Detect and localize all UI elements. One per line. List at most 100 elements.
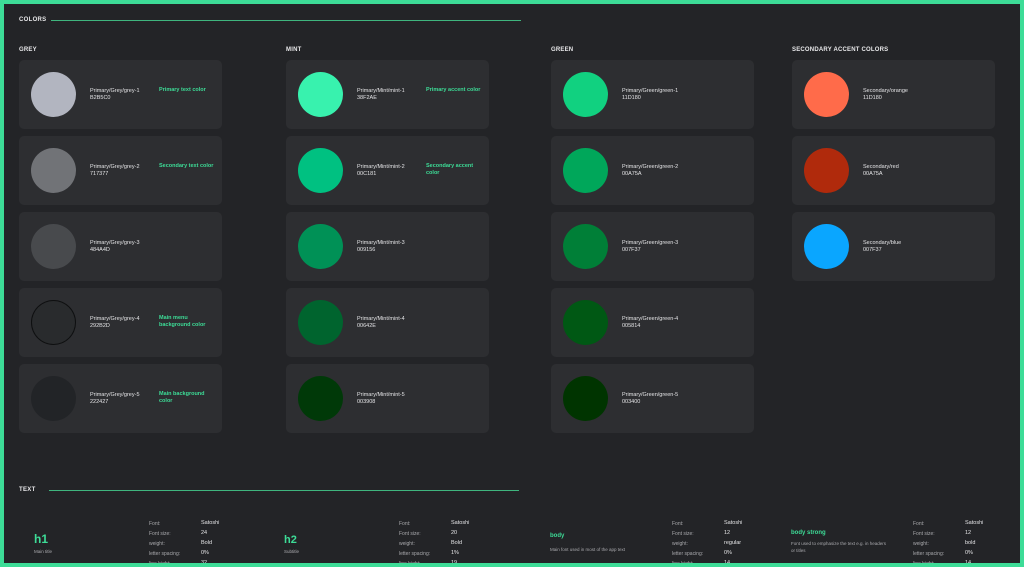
text-style-prop-value: 0% <box>724 550 732 556</box>
color-name: Primary/Grey/grey-5 <box>90 392 140 398</box>
color-card[interactable]: Primary/Green/green-4 005814 <box>551 288 754 357</box>
text-style-prop-label: line hight: <box>149 561 170 563</box>
text-style-prop-value: 19 <box>451 560 458 563</box>
colors-section-title: COLORS <box>19 17 47 23</box>
color-usage: Main menu background color <box>159 315 206 328</box>
color-swatch <box>298 72 343 117</box>
color-hex: 222427 <box>90 399 109 405</box>
color-hex: 00A75A <box>622 171 642 177</box>
text-section-divider <box>49 490 519 491</box>
text-style-prop-label: weight: <box>913 541 929 547</box>
color-card[interactable]: Primary/Mint/mint-1 38F2AE Primary accent … <box>286 60 489 129</box>
color-hex: 005814 <box>622 323 641 329</box>
text-style-prop-value: regular <box>724 540 742 546</box>
text-style-prop-value: Satoshi <box>451 520 470 526</box>
color-name: Primary/Mint/mint-1 <box>357 88 405 94</box>
text-style-prop-value: 0% <box>965 550 973 556</box>
color-name: Primary/Mint/mint-5 <box>357 392 405 398</box>
color-card[interactable]: Primary/Mint/mint-5 003908 <box>286 364 489 433</box>
color-swatch <box>298 148 343 193</box>
color-card[interactable]: Secondary/blue 007F37 <box>792 212 995 281</box>
color-name: Secondary/orange <box>863 88 908 94</box>
color-card[interactable]: Primary/Grey/grey-4 292B2D Main menu backg… <box>19 288 222 357</box>
color-swatch <box>298 224 343 269</box>
color-swatch <box>31 224 76 269</box>
color-card[interactable]: Secondary/red 00A75A <box>792 136 995 205</box>
color-card[interactable]: Primary/Green/green-1 11D180 <box>551 60 754 129</box>
colors-section-divider <box>51 20 521 21</box>
color-name: Primary/Mint/mint-3 <box>357 240 405 246</box>
text-style-prop-label: letter spacing: <box>672 551 704 557</box>
text-style-description: Main title <box>34 549 53 554</box>
text-style-prop-label: line hight: <box>399 561 420 563</box>
color-swatch <box>804 148 849 193</box>
text-style-prop-label: Font size: <box>672 531 694 537</box>
text-style-prop-label: Font: <box>399 521 411 527</box>
color-hex: 003400 <box>622 399 641 405</box>
text-style-prop-value: 12 <box>965 530 972 536</box>
color-hex: 003908 <box>357 399 376 405</box>
color-swatch <box>31 72 76 117</box>
color-name: Primary/Grey/grey-3 <box>90 240 140 246</box>
text-style-prop-label: weight: <box>149 541 165 547</box>
text-style-prop-value: Satoshi <box>201 520 220 526</box>
text-style-name: h1 <box>34 532 49 546</box>
color-card[interactable]: Primary/Grey/grey-3 484A4D <box>19 212 222 281</box>
text-style-description: Subtitle <box>284 549 300 554</box>
color-name: Primary/Grey/grey-4 <box>90 316 140 322</box>
text-section-title: TEXT <box>19 487 36 493</box>
color-card[interactable]: Primary/Green/green-3 007F37 <box>551 212 754 281</box>
text-style-prop-label: Font size: <box>399 531 421 537</box>
color-card[interactable]: Primary/Mint/mint-4 00642E <box>286 288 489 357</box>
text-style-prop-value: 12 <box>724 530 731 536</box>
color-name: Primary/Grey/grey-1 <box>90 88 140 94</box>
text-style-prop-label: letter spacing: <box>149 551 181 557</box>
color-name: Primary/Green/green-4 <box>622 316 679 322</box>
column-title-2: GREEN <box>551 47 574 53</box>
color-name: Primary/Mint/mint-4 <box>357 316 405 322</box>
text-style-prop-label: letter spacing: <box>399 551 431 557</box>
text-style-prop-label: Font size: <box>913 531 935 537</box>
color-name: Primary/Mint/mint-2 <box>357 164 405 170</box>
color-swatch <box>804 72 849 117</box>
color-name: Primary/Green/green-5 <box>622 392 679 398</box>
text-style-prop-value: Bold <box>201 540 213 546</box>
color-hex: 007F37 <box>863 247 882 253</box>
color-hex: B2B5C0 <box>90 95 111 101</box>
color-hex: 11D180 <box>622 95 641 101</box>
color-card[interactable]: Primary/Grey/grey-2 717377 Secondary text … <box>19 136 222 205</box>
color-hex: 009156 <box>357 247 376 253</box>
color-usage: Main background color <box>159 391 205 404</box>
text-style-prop-value: 14 <box>965 560 972 563</box>
color-name: Primary/Green/green-1 <box>622 88 679 94</box>
column-title-3: SECONDARY ACCENT COLORS <box>792 47 889 53</box>
color-usage: Secondary text color <box>159 163 214 169</box>
text-style-prop-label: weight: <box>399 541 415 547</box>
color-swatch <box>31 300 76 345</box>
color-hex: 00A75A <box>863 171 883 177</box>
text-style-name: h2 <box>284 534 297 546</box>
text-style-description: Font used to emphasize the text e.g. in … <box>791 541 887 553</box>
color-card[interactable]: Secondary/orange 11D180 <box>792 60 995 129</box>
text-style-prop-value: 1% <box>451 550 459 556</box>
color-hex: 11D180 <box>863 95 882 101</box>
text-style-prop-value: 0% <box>201 550 209 556</box>
color-swatch <box>31 148 76 193</box>
color-card[interactable]: Primary/Mint/mint-3 009156 <box>286 212 489 281</box>
column-title-1: MINT <box>286 47 302 53</box>
text-style-prop-label: weight: <box>672 541 688 547</box>
text-style-prop-value: 20 <box>451 530 458 536</box>
color-card[interactable]: Primary/Green/green-5 003400 <box>551 364 754 433</box>
color-name: Primary/Green/green-2 <box>622 164 679 170</box>
color-name: Secondary/red <box>863 164 899 170</box>
text-style-prop-value: Satoshi <box>965 520 984 526</box>
color-card[interactable]: Primary/Mint/mint-2 00C181 Secondary accen… <box>286 136 489 205</box>
color-usage: Primary text color <box>159 87 206 93</box>
text-style-prop-label: Font size: <box>149 531 171 537</box>
color-name: Primary/Green/green-3 <box>622 240 679 246</box>
color-swatch <box>563 148 608 193</box>
text-style-prop-label: Font: <box>913 521 925 527</box>
color-card[interactable]: Primary/Grey/grey-1 B2B5C0 Primary text co… <box>19 60 222 129</box>
color-card[interactable]: Primary/Grey/grey-5 222427 Main background… <box>19 364 222 433</box>
color-card[interactable]: Primary/Green/green-2 00A75A <box>551 136 754 205</box>
